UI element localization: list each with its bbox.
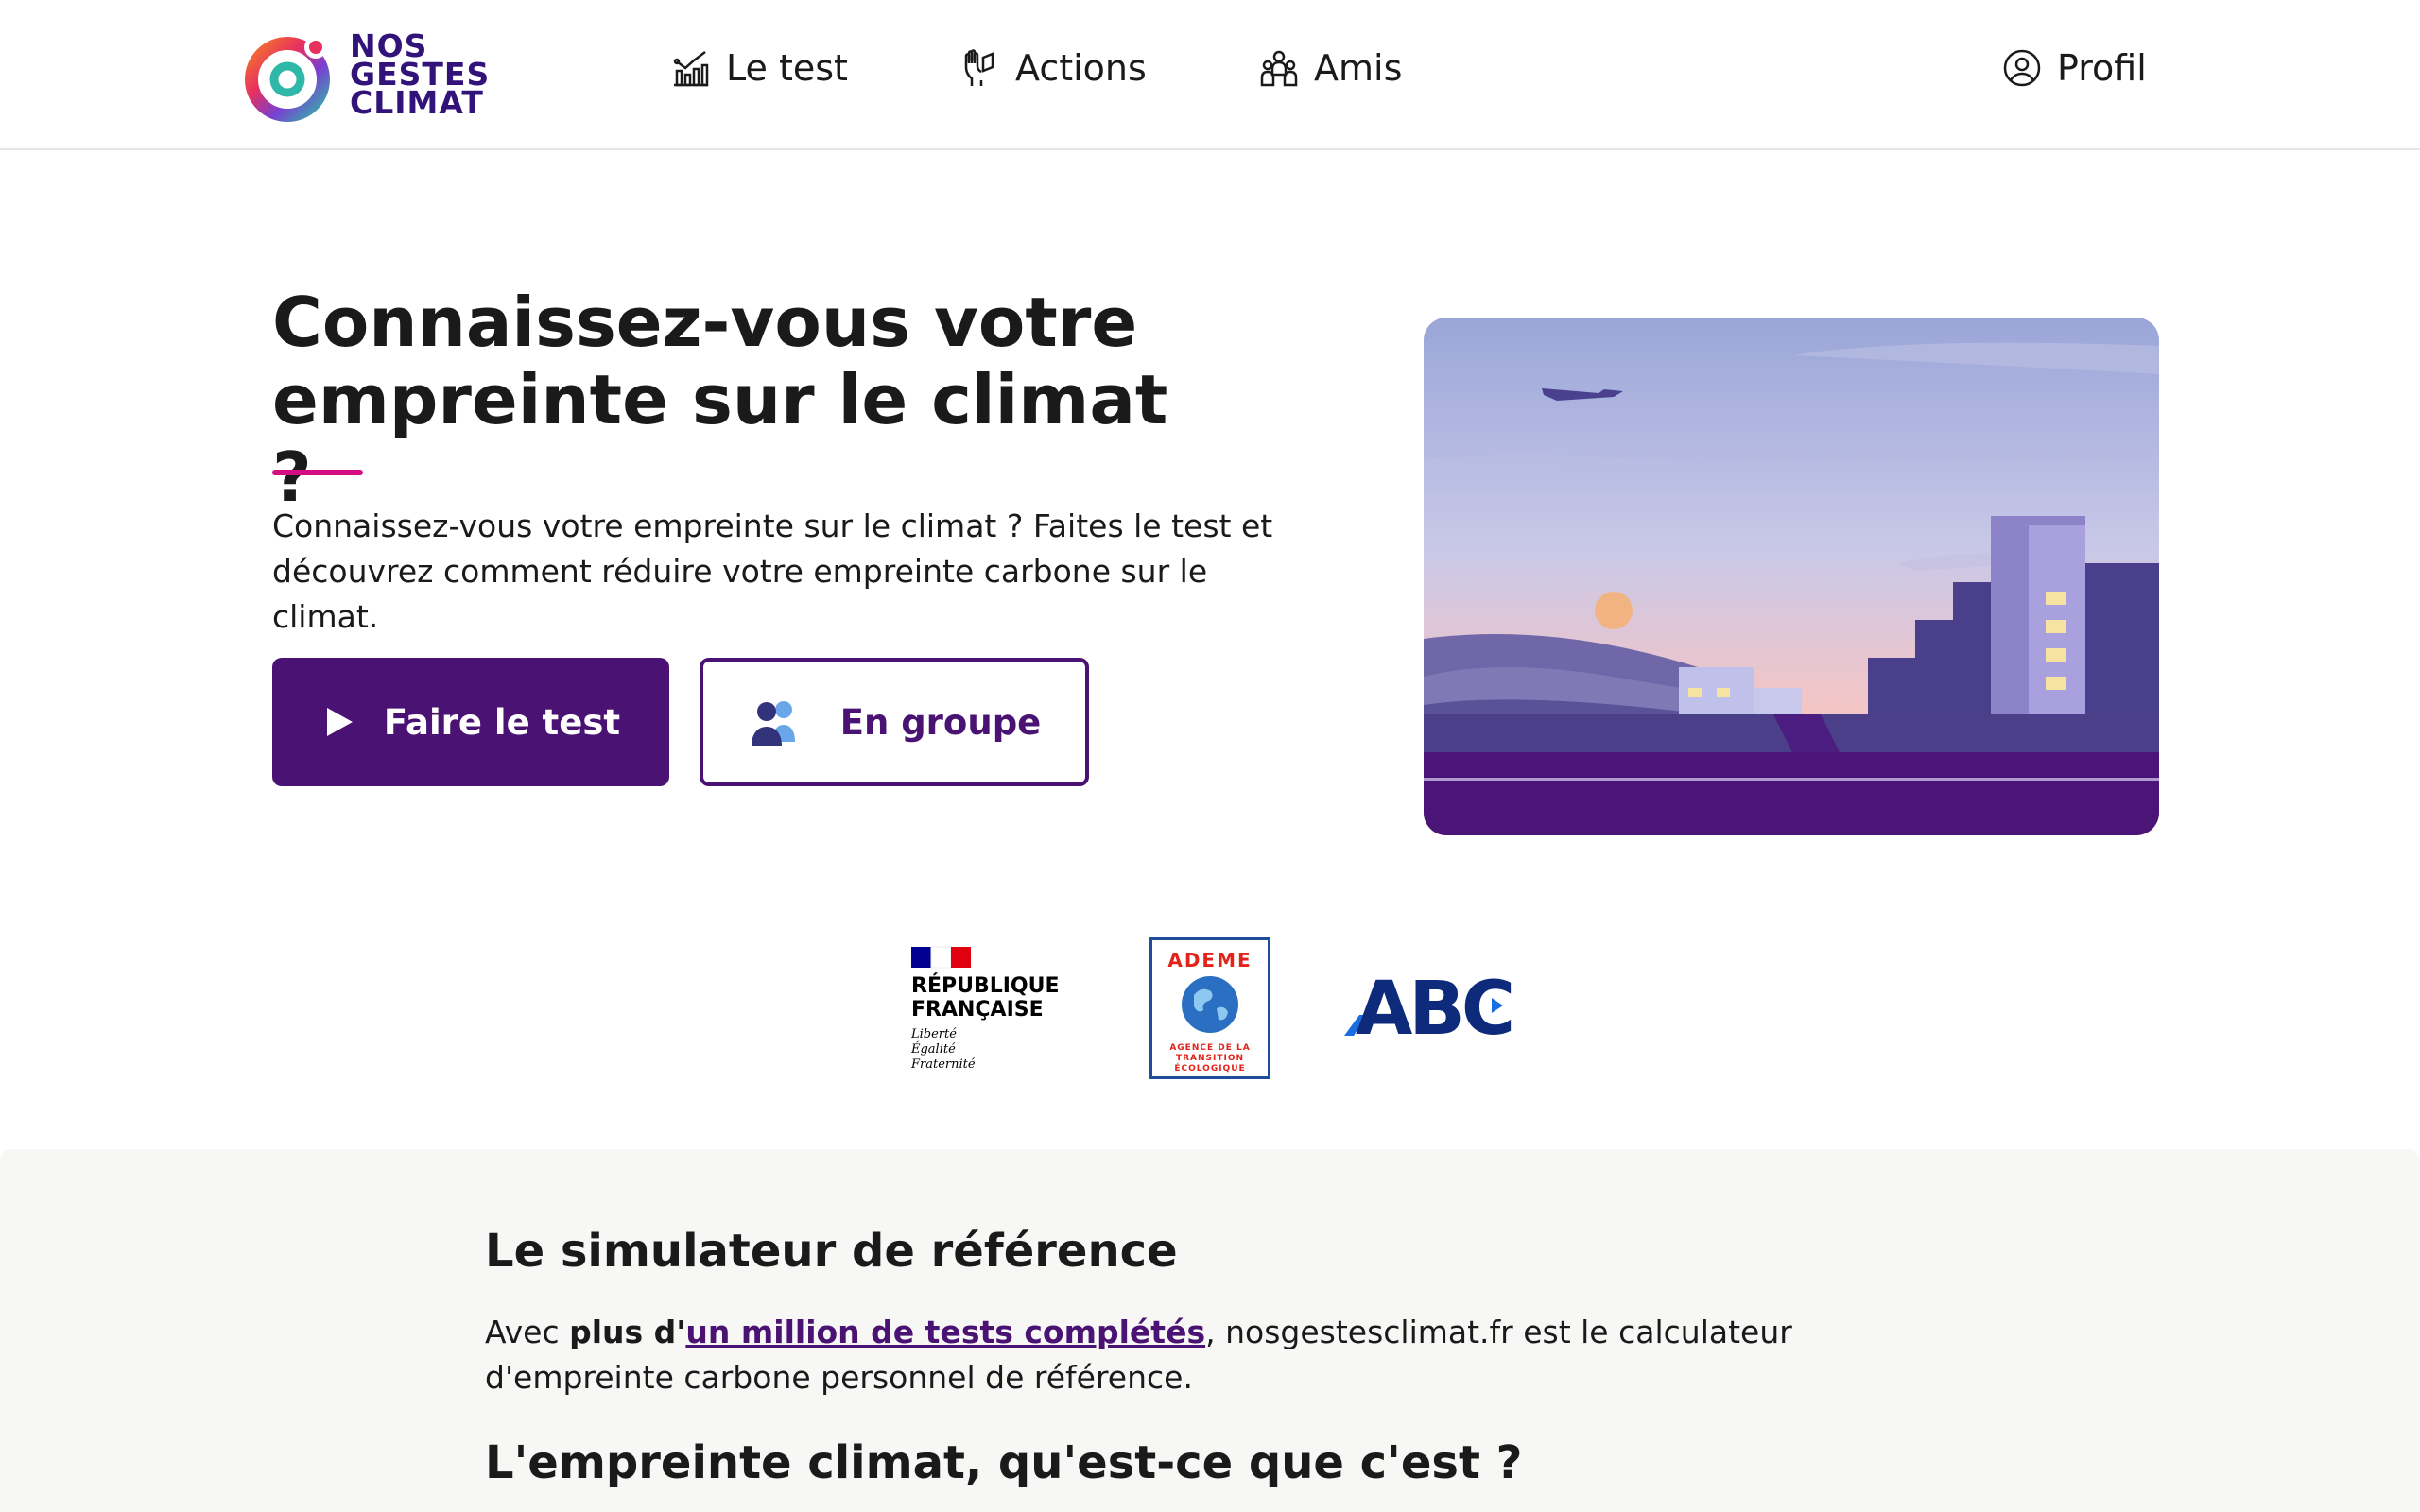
chart-icon (673, 51, 709, 87)
million-tests-link[interactable]: un million de tests complétés (685, 1314, 1205, 1350)
logo-line-3: CLIMAT (350, 84, 484, 121)
nav-label: Le test (726, 47, 848, 89)
gesture-hand-icon (964, 49, 994, 86)
group-icon (1260, 50, 1298, 87)
rf-motto-1: Liberté (911, 1027, 957, 1041)
p1-before: Avec (485, 1314, 570, 1350)
nav-label: Profil (2057, 47, 2147, 89)
p1-bold: plus d' (569, 1314, 686, 1350)
republique-francaise-logo[interactable]: RÉPUBLIQUE FRANÇAISE Liberté Égalité Fra… (910, 945, 1063, 1074)
site-header: NOS GESTES CLIMAT Le test Actions Amis P… (0, 0, 2420, 150)
play-icon (326, 708, 353, 736)
ademe-title: ADEME (1167, 949, 1252, 971)
user-circle-icon (2003, 49, 2041, 87)
nav-item-profil[interactable]: Profil (2002, 47, 2147, 89)
start-test-label: Faire le test (383, 701, 621, 743)
ademe-logo[interactable]: ADEME AGENCE DE LA TRANSITION ÉCOLOGIQUE (1150, 937, 1270, 1079)
group-test-label: En groupe (839, 701, 1042, 743)
rf-line-2: FRANÇAISE (911, 998, 1044, 1022)
rf-line-1: RÉPUBLIQUE (911, 973, 1060, 998)
ademe-sub-2: TRANSITION (1176, 1054, 1244, 1063)
nav-label: Amis (1314, 47, 1403, 89)
site-logo[interactable]: NOS GESTES CLIMAT (244, 26, 490, 123)
hero-illustration (1424, 318, 2159, 835)
rf-motto-2: Égalité (911, 1041, 956, 1057)
title-underline (272, 470, 363, 475)
nav-label: Actions (1015, 47, 1147, 89)
start-test-button[interactable]: Faire le test (272, 658, 669, 786)
section-heading-reference: Le simulateur de référence (485, 1225, 1178, 1278)
nav-item-amis[interactable]: Amis (1259, 47, 1402, 89)
section-heading-empreinte: L'empreinte climat, qu'est-ce que c'est … (485, 1436, 1523, 1489)
logo-wordmark: NOS GESTES CLIMAT (350, 30, 490, 121)
ademe-sub-1: AGENCE DE LA (1169, 1043, 1250, 1053)
hero-title: Connaissez-vous votre empreinte sur le c… (272, 283, 1168, 517)
info-section: Le simulateur de référence Avec plus d'u… (0, 1149, 2420, 1512)
group-test-button[interactable]: En groupe (700, 658, 1089, 786)
abc-logo[interactable]: ABC (1342, 967, 1531, 1052)
abc-text: ABC (1356, 970, 1512, 1041)
nav-item-actions[interactable]: Actions (960, 47, 1147, 89)
logo-ring-icon (245, 36, 330, 122)
nav-item-le-test[interactable]: Le test (671, 47, 848, 89)
hero-description: Connaissez-vous votre empreinte sur le c… (272, 507, 1273, 635)
rf-motto-3: Fraternité (911, 1057, 976, 1072)
group-icon (751, 701, 795, 746)
ademe-sub-3: ÉCOLOGIQUE (1174, 1062, 1245, 1074)
reference-paragraph: Avec plus d'un million de tests complété… (485, 1310, 1884, 1400)
